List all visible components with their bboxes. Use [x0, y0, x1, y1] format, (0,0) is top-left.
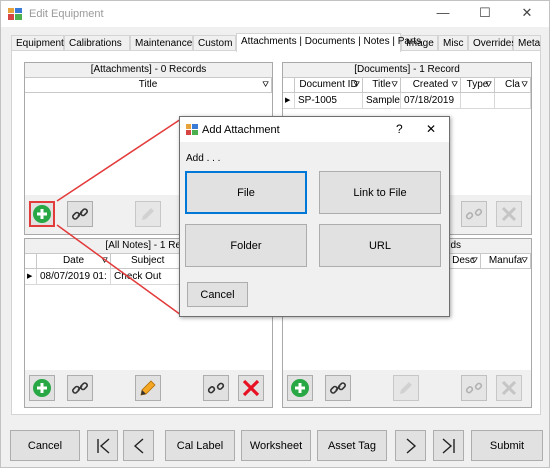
help-button[interactable]: ?: [396, 122, 403, 136]
dialog-prompt: Add . . .: [186, 153, 221, 164]
folder-button[interactable]: Folder: [185, 224, 307, 267]
file-button[interactable]: File: [185, 171, 307, 214]
dialog-title-bar: Add Attachment ? ✕: [180, 117, 449, 142]
dialog-cancel-button[interactable]: Cancel: [187, 282, 248, 307]
app-icon: [186, 124, 198, 135]
tab-attachments[interactable]: Attachments | Documents | Notes | Parts: [236, 33, 421, 52]
link-to-file-button[interactable]: Link to File: [319, 171, 441, 214]
dialog-close-button[interactable]: ✕: [426, 122, 436, 136]
edit-equipment-window: Edit Equipment — ☐ ✕ Equipment Calibrati…: [0, 0, 550, 468]
url-button[interactable]: URL: [319, 224, 441, 267]
add-attachment-dialog: Add Attachment ? ✕ Add . . . File Link t…: [179, 116, 450, 317]
dialog-title: Add Attachment: [202, 124, 280, 136]
